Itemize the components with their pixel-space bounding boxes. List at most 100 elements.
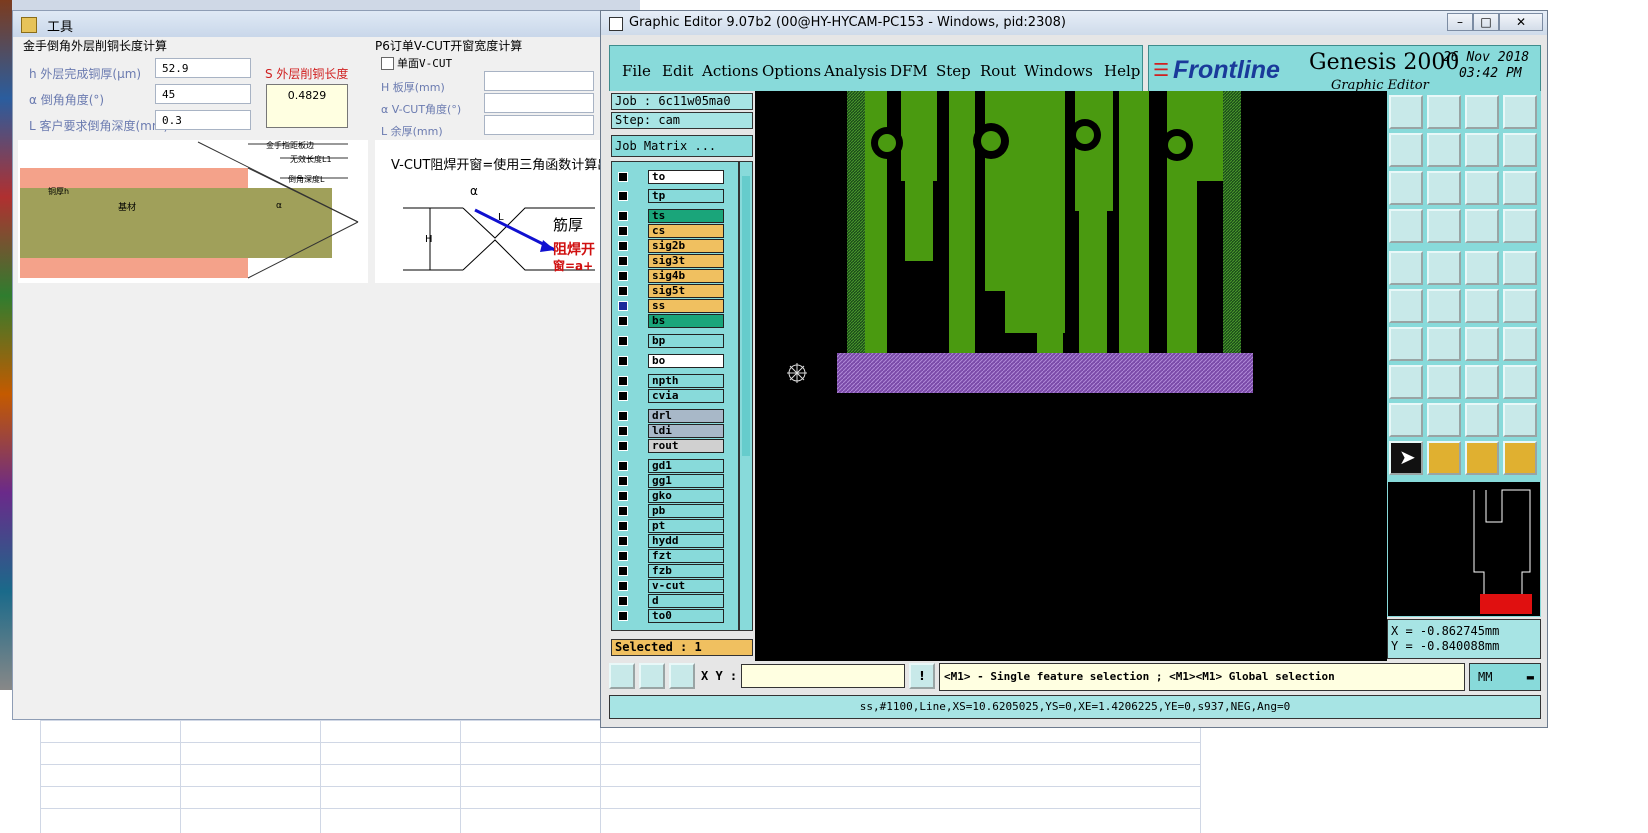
tool-circle-icon[interactable] xyxy=(1503,251,1537,285)
tool-window-icon[interactable] xyxy=(1503,95,1537,129)
field-alpha-input[interactable] xyxy=(155,84,251,104)
layer-ss[interactable]: ss xyxy=(648,299,724,313)
layer-gko[interactable]: gko xyxy=(648,489,724,503)
tool-redo-icon[interactable] xyxy=(1503,133,1537,167)
tool-triangle4-icon[interactable] xyxy=(1503,403,1537,437)
layer-drl[interactable]: drl xyxy=(648,409,724,423)
tool-select3-icon[interactable] xyxy=(1465,441,1499,475)
tool-measure-icon[interactable] xyxy=(1389,209,1423,243)
menu-actions[interactable]: Actions xyxy=(702,62,758,80)
layer-gg1[interactable]: gg1 xyxy=(648,474,724,488)
layer-ts[interactable]: ts xyxy=(648,209,724,223)
alert-icon[interactable]: ! xyxy=(909,663,935,689)
overview-map[interactable] xyxy=(1387,481,1541,617)
layer-rout[interactable]: rout xyxy=(648,439,724,453)
tool-snap-icon[interactable] xyxy=(1465,209,1499,243)
tool-pad-icon[interactable] xyxy=(1389,251,1423,285)
tool-move-icon[interactable] xyxy=(1389,365,1423,399)
layer-pt[interactable]: pt xyxy=(648,519,724,533)
menu-edit[interactable]: Edit xyxy=(662,62,693,80)
minimize-button[interactable]: – xyxy=(1447,13,1473,31)
layer-scrollbar[interactable] xyxy=(739,161,753,631)
close-button[interactable]: ✕ xyxy=(1499,13,1543,31)
scrollbar-thumb[interactable] xyxy=(742,176,750,456)
tool-angle-icon[interactable] xyxy=(1389,327,1423,361)
menu-analysis[interactable]: Analysis xyxy=(824,62,887,80)
layer-sig3t[interactable]: sig3t xyxy=(648,254,724,268)
layer-fzt[interactable]: fzt xyxy=(648,549,724,563)
tool-connect-icon[interactable] xyxy=(1389,289,1423,323)
tool-select4-icon[interactable] xyxy=(1503,441,1537,475)
tool-pan-right-icon[interactable] xyxy=(1427,133,1461,167)
tool-triangle2-icon[interactable] xyxy=(1427,403,1461,437)
layer-bp[interactable]: bp xyxy=(648,334,724,348)
layer-to0[interactable]: to0 xyxy=(648,609,724,623)
tool-select-arrow-icon[interactable]: ➤ xyxy=(1389,441,1423,475)
tool-zoom-fit-icon[interactable] xyxy=(1389,171,1423,205)
menu-step[interactable]: Step xyxy=(936,62,971,80)
layer-bs[interactable]: bs xyxy=(648,314,724,328)
layer-ldi[interactable]: ldi xyxy=(648,424,724,438)
tool-slash-icon[interactable] xyxy=(1427,327,1461,361)
tool-stretch-icon[interactable] xyxy=(1465,365,1499,399)
tool-snap2-icon[interactable] xyxy=(1503,209,1537,243)
tool-triangle-icon[interactable] xyxy=(1389,403,1423,437)
tool-house-icon[interactable] xyxy=(1465,95,1499,129)
tool-flip-icon[interactable] xyxy=(1503,327,1537,361)
grid-tool-icon[interactable] xyxy=(669,663,695,689)
layer-tp[interactable]: tp xyxy=(648,189,724,203)
layer-npth[interactable]: npth xyxy=(648,374,724,388)
measure-tool-icon[interactable] xyxy=(609,663,635,689)
tool-pan-left-icon[interactable] xyxy=(1389,133,1423,167)
menu-options[interactable]: Options xyxy=(762,62,821,80)
tool-ruler-icon[interactable] xyxy=(1465,251,1499,285)
layer-sig5t[interactable]: sig5t xyxy=(648,284,724,298)
layer-d[interactable]: d xyxy=(648,594,724,608)
tool-copy-icon[interactable] xyxy=(1503,365,1537,399)
layer-fzb[interactable]: fzb xyxy=(648,564,724,578)
tool-undo-icon[interactable] xyxy=(1465,133,1499,167)
layer-pb[interactable]: pb xyxy=(648,504,724,518)
tool-help-icon[interactable] xyxy=(1503,171,1537,205)
tool-save-icon[interactable] xyxy=(1427,95,1461,129)
field-h-input[interactable] xyxy=(155,58,251,78)
layer-cs[interactable]: cs xyxy=(648,224,724,238)
vcut-h-input[interactable] xyxy=(484,71,594,91)
vcut-alpha-input[interactable] xyxy=(484,93,594,113)
single-vcut-checkbox[interactable] xyxy=(381,57,394,70)
tool-select2-icon[interactable] xyxy=(1427,441,1461,475)
xy-input[interactable] xyxy=(741,664,905,688)
layer-gd1[interactable]: gd1 xyxy=(648,459,724,473)
maximize-button[interactable]: □ xyxy=(1473,13,1499,31)
job-matrix-button[interactable]: Job Matrix ... xyxy=(611,135,753,157)
tool-triangle3-icon[interactable] xyxy=(1465,403,1499,437)
field-l-input[interactable] xyxy=(155,110,251,130)
tool-zoom-move-icon[interactable] xyxy=(1427,171,1461,205)
tool-grid-icon[interactable] xyxy=(1427,209,1461,243)
layer-hydd[interactable]: hydd xyxy=(648,534,724,548)
selected-feature[interactable] xyxy=(837,353,1253,393)
tool-node2-icon[interactable] xyxy=(1503,289,1537,323)
layer-cvia[interactable]: cvia xyxy=(648,389,724,403)
tool-dash-icon[interactable] xyxy=(1427,365,1461,399)
menu-dfm[interactable]: DFM xyxy=(890,62,928,80)
layer-sig4b[interactable]: sig4b xyxy=(648,269,724,283)
menu-help[interactable]: Help xyxy=(1104,62,1140,80)
layer-sig2b[interactable]: sig2b xyxy=(648,239,724,253)
tool-zoom-1to1-icon[interactable] xyxy=(1465,171,1499,205)
angle-tool-icon[interactable] xyxy=(639,663,665,689)
layer-v-cut[interactable]: v-cut xyxy=(648,579,724,593)
layer-bo[interactable]: bo xyxy=(648,354,724,368)
menu-file[interactable]: File xyxy=(622,62,651,80)
vcut-l-input[interactable] xyxy=(484,115,594,135)
tool-arc-icon[interactable] xyxy=(1465,327,1499,361)
menu-rout[interactable]: Rout xyxy=(980,62,1016,80)
menu-windows[interactable]: Windows xyxy=(1024,62,1093,80)
tool-node-icon[interactable] xyxy=(1465,289,1499,323)
tool-home-icon[interactable] xyxy=(1389,95,1423,129)
tool-cross-icon[interactable] xyxy=(1427,289,1461,323)
layer-to[interactable]: to xyxy=(648,170,724,184)
units-select[interactable]: MM ▬ xyxy=(1469,663,1541,691)
tool-line-icon[interactable] xyxy=(1427,251,1461,285)
graphic-canvas[interactable] xyxy=(755,91,1387,661)
